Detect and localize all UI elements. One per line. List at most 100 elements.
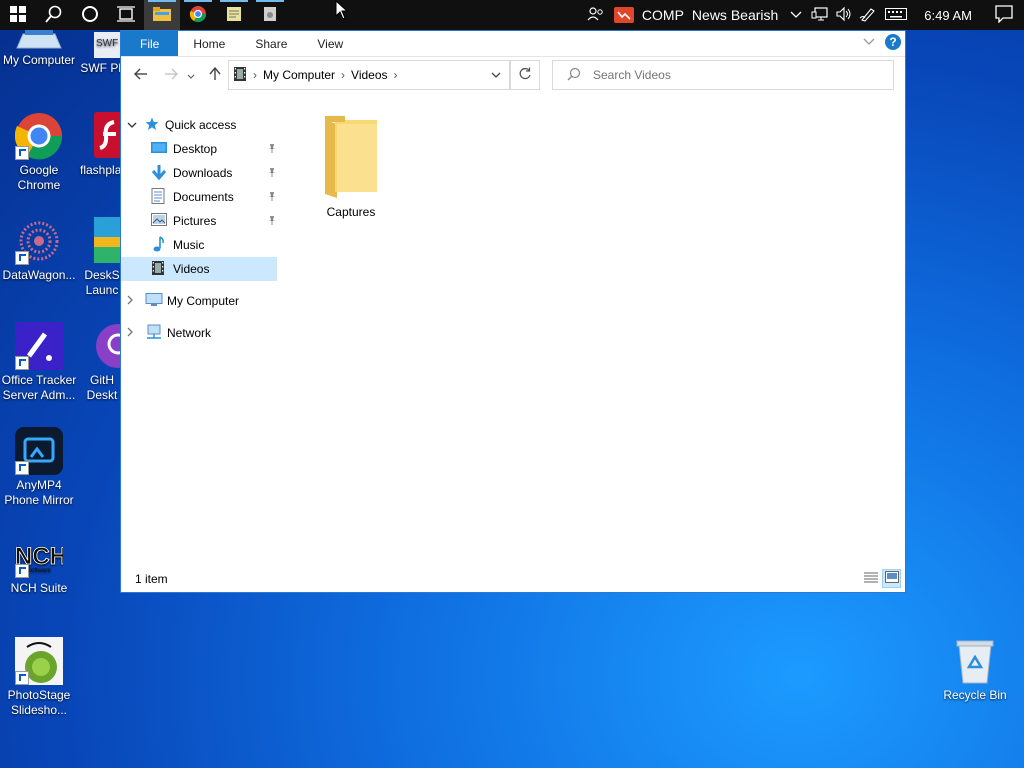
file-list: Captures (291, 110, 901, 570)
large-icons-view-icon (884, 571, 899, 586)
show-hidden-icons-button[interactable] (784, 0, 808, 30)
nav-network[interactable]: Network (127, 321, 277, 345)
document-icon (151, 187, 173, 207)
touch-keyboard-button[interactable] (880, 0, 912, 30)
svg-text:SWF: SWF (96, 38, 118, 49)
desktop-icon-recycle-bin[interactable]: Recycle Bin (936, 637, 1014, 703)
start-button[interactable] (0, 0, 36, 30)
desktop-folder-icon (151, 141, 173, 158)
tab-view[interactable]: View (302, 31, 358, 56)
desktop-icon-flashplayer[interactable]: flashpla (80, 112, 128, 178)
search-button[interactable] (36, 0, 72, 30)
back-button[interactable] (129, 63, 153, 87)
desktop-icon-office-tracker[interactable]: Office Tracker Server Adm... (0, 322, 78, 403)
desktop-icon-google-chrome[interactable]: Google Chrome (0, 112, 78, 193)
taskbar-app[interactable] (252, 0, 288, 30)
tab-file[interactable]: File (121, 31, 179, 56)
nav-quick-access[interactable]: Quick access (127, 113, 277, 137)
videos-film-icon (233, 66, 247, 85)
taskbar-notes-app[interactable] (216, 0, 252, 30)
nav-quick-access-label: Quick access (165, 118, 237, 132)
picture-icon (151, 212, 173, 230)
nch-logo-icon: NCH Software (15, 538, 67, 578)
app-document-icon (262, 6, 278, 25)
people-button[interactable] (584, 0, 608, 30)
shortcut-arrow-icon (15, 461, 29, 475)
desktop-icon-photostage[interactable]: PhotoStage Slidesho... (0, 637, 78, 718)
details-view-button[interactable] (861, 569, 880, 588)
address-history-button[interactable] (491, 68, 501, 82)
cortana-button[interactable] (72, 0, 108, 30)
nav-my-computer[interactable]: My Computer (127, 289, 277, 313)
videos-film-icon (151, 260, 173, 279)
forward-button[interactable] (159, 63, 183, 87)
nav-desktop[interactable]: Desktop (151, 137, 277, 161)
desktop-icon-deskscapes[interactable]: DeskS Launc (80, 217, 124, 298)
desktop-icon-label: Office Tracker Server Adm... (1, 373, 77, 402)
search-box[interactable] (552, 60, 894, 90)
desktop-icon-label: Google Chrome (17, 163, 61, 192)
chrome-icon (14, 112, 63, 160)
ticker-symbol: COMP (641, 7, 684, 23)
desktop-icon-nch-suite[interactable]: NCH Software NCH Suite (0, 538, 78, 596)
task-view-icon (117, 5, 135, 25)
nav-music[interactable]: Music (151, 233, 277, 257)
pin-icon[interactable] (267, 191, 277, 204)
chevron-down-icon (187, 67, 195, 83)
desktop-icon-my-computer[interactable]: My Computer (0, 30, 78, 68)
computer-icon (145, 292, 167, 310)
network-icon (145, 324, 167, 343)
taskbar-chrome[interactable] (180, 0, 216, 30)
nav-documents[interactable]: Documents (151, 185, 277, 209)
breadcrumb-separator-icon: › (393, 68, 398, 82)
arrow-up-icon (209, 66, 221, 84)
photostage-icon (15, 637, 63, 685)
desktop-icon-github-desktop[interactable]: GitH Deskt (80, 322, 140, 403)
breadcrumb-my-computer[interactable]: My Computer (263, 68, 335, 82)
address-bar[interactable]: › My Computer › Videos › (228, 60, 510, 90)
star-icon (145, 117, 165, 134)
breadcrumb-videos[interactable]: Videos (351, 68, 387, 82)
desktop-icon-anymp4[interactable]: AnyMP4 Phone Mirror (0, 427, 78, 508)
file-explorer-window: File Home Share View ? › My Computer › V… (120, 30, 906, 593)
large-icons-view-button[interactable] (882, 569, 901, 588)
windows-logo-icon (10, 5, 26, 25)
expand-ribbon-button[interactable] (863, 35, 875, 49)
recent-locations-button[interactable] (183, 63, 199, 87)
network-tray-button[interactable] (808, 0, 832, 30)
pin-icon[interactable] (267, 167, 277, 180)
pin-icon[interactable] (267, 143, 277, 156)
shortcut-arrow-icon (15, 671, 29, 685)
stock-ticker-widget[interactable]: COMP News Bearish (608, 7, 784, 23)
recycle-bin-icon (951, 637, 999, 685)
search-input[interactable] (591, 67, 885, 83)
nav-downloads[interactable]: Downloads (151, 161, 277, 185)
tab-share[interactable]: Share (240, 31, 302, 56)
pin-icon[interactable] (267, 215, 277, 228)
arrow-left-icon (134, 67, 148, 83)
chevron-right-icon (127, 326, 145, 340)
tab-home[interactable]: Home (178, 31, 240, 56)
taskbar-file-explorer[interactable] (144, 0, 180, 30)
up-button[interactable] (203, 63, 227, 87)
mouse-cursor-icon (335, 0, 347, 20)
system-tray: COMP News Bearish 6:49 AM (584, 0, 1024, 30)
search-icon (45, 5, 63, 26)
nav-pictures-label: Pictures (173, 214, 217, 228)
chevron-down-icon (863, 35, 875, 49)
refresh-button[interactable] (510, 60, 540, 90)
nav-videos[interactable]: Videos (121, 257, 277, 281)
help-button[interactable]: ? (885, 34, 901, 50)
volume-button[interactable] (832, 0, 856, 30)
chrome-icon (189, 5, 207, 26)
nav-my-computer-label: My Computer (167, 294, 240, 308)
action-center-button[interactable] (984, 0, 1024, 30)
task-view-button[interactable] (108, 0, 144, 30)
desktop-icon-datawagon[interactable]: DataWagon... (0, 217, 78, 283)
desktop-icon-label: DeskS Launc (84, 268, 120, 297)
pen-workspace-button[interactable] (856, 0, 880, 30)
clock[interactable]: 6:49 AM (912, 8, 984, 23)
phone-mirror-icon (15, 427, 63, 475)
folder-item[interactable]: Captures (315, 114, 387, 219)
nav-pictures[interactable]: Pictures (151, 209, 277, 233)
